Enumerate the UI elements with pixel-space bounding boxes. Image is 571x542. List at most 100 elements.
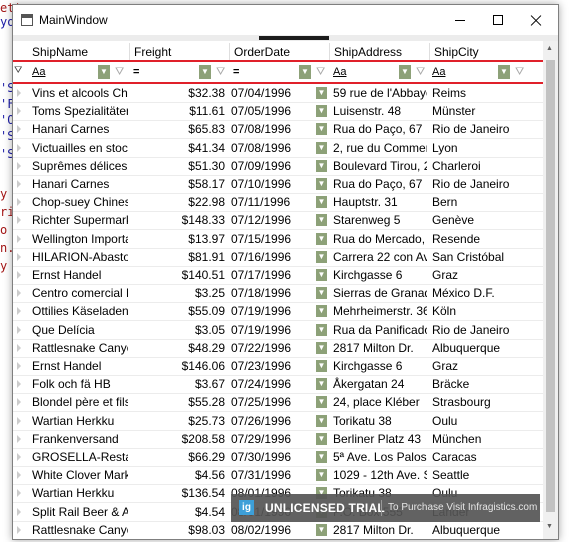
table-row[interactable]: Hanari Carnes $65.83 07/08/1996 ▼ Rua do Paç… <box>13 120 543 140</box>
cell-shipname[interactable]: Richter Supermarkt <box>32 211 128 229</box>
row-indicator-icon[interactable] <box>17 525 21 534</box>
cell-shipname[interactable]: HILARION-Abastos <box>32 248 128 266</box>
cell-shipcity[interactable]: Graz <box>432 357 540 375</box>
cell-shipcity[interactable]: Seattle <box>432 466 540 484</box>
cell-freight[interactable]: $140.51 <box>132 266 225 284</box>
date-picker-dropdown-icon[interactable]: ▼ <box>316 214 327 227</box>
cell-orderdate[interactable]: 07/08/1996 <box>231 139 311 157</box>
table-row[interactable]: Wartian Herkku $25.73 07/26/1996 ▼ Torikatu … <box>13 412 543 431</box>
cell-shipname[interactable]: Ernst Handel <box>32 357 128 375</box>
cell-shipcity[interactable]: Rio de Janeiro <box>432 321 540 339</box>
cell-shipname[interactable]: Vins et alcools Chevalier <box>32 84 128 102</box>
cell-freight[interactable]: $13.97 <box>132 230 225 248</box>
scroll-up-arrow-icon[interactable]: ▲ <box>546 45 553 52</box>
date-picker-dropdown-icon[interactable]: ▼ <box>316 469 327 482</box>
cell-shipaddress[interactable]: Rua do Paço, 67 <box>333 120 427 138</box>
cell-shipcity[interactable]: Bräcke <box>432 375 540 393</box>
cell-freight[interactable]: $4.56 <box>132 466 225 484</box>
table-row[interactable]: Vins et alcools Chevalier$32.38 07/04/199… <box>13 84 543 103</box>
cell-shipaddress[interactable]: Åkergatan 24 <box>333 375 427 393</box>
cell-shipname[interactable]: Rattlesnake Canyon Grocery <box>32 521 128 539</box>
cell-shipaddress[interactable]: Torikatu 38 <box>333 412 427 430</box>
cell-freight[interactable]: $11.61 <box>132 102 225 120</box>
cell-shipcity[interactable]: Rio de Janeiro <box>432 120 540 138</box>
date-picker-dropdown-icon[interactable]: ▼ <box>316 141 327 154</box>
date-picker-dropdown-icon[interactable]: ▼ <box>316 232 327 245</box>
date-picker-dropdown-icon[interactable]: ▼ <box>316 414 327 427</box>
cell-orderdate[interactable]: 07/16/1996 <box>231 248 311 266</box>
date-picker-dropdown-icon[interactable]: ▼ <box>316 323 327 336</box>
cell-shipaddress[interactable]: 2817 Milton Dr. <box>333 339 427 357</box>
cell-shipname[interactable]: Frankenversand <box>32 430 128 448</box>
column-header-freight[interactable]: Freight <box>130 43 230 61</box>
date-picker-dropdown-icon[interactable]: ▼ <box>316 178 327 190</box>
cell-freight[interactable]: $3.67 <box>132 375 225 393</box>
row-indicator-icon[interactable] <box>17 198 21 207</box>
row-indicator-icon[interactable] <box>17 107 21 116</box>
row-indicator-icon[interactable] <box>17 125 21 134</box>
cell-shipcity[interactable]: Strasbourg <box>432 393 540 411</box>
cell-freight[interactable]: $32.38 <box>132 84 225 102</box>
row-indicator-icon[interactable] <box>17 325 21 334</box>
row-indicator-icon[interactable] <box>17 489 21 498</box>
cell-shipname[interactable]: Split Rail Beer & Ale <box>32 503 128 521</box>
date-picker-dropdown-icon[interactable]: ▼ <box>316 523 327 536</box>
cell-freight[interactable]: $48.29 <box>132 339 225 357</box>
row-indicator-icon[interactable] <box>17 307 21 316</box>
date-picker-dropdown-icon[interactable]: ▼ <box>316 305 327 318</box>
cell-orderdate[interactable]: 07/08/1996 <box>231 120 311 138</box>
cell-shipcity[interactable]: Albuquerque <box>432 521 540 539</box>
cell-shipname[interactable]: Blondel père et fils <box>32 393 128 411</box>
cell-shipcity[interactable]: Bern <box>432 193 540 211</box>
cell-orderdate[interactable]: 07/04/1996 <box>231 84 311 102</box>
cell-shipname[interactable]: Wartian Herkku <box>32 484 128 502</box>
minimize-button[interactable] <box>442 5 478 35</box>
cell-shipaddress[interactable]: Rua da Panificadora, 12 <box>333 321 427 339</box>
table-row[interactable]: Ottilies Käseladen $55.09 07/19/1996 ▼ Mehrh… <box>13 302 543 322</box>
date-picker-dropdown-icon[interactable]: ▼ <box>316 396 327 409</box>
row-indicator-icon[interactable] <box>17 343 21 352</box>
table-row[interactable]: Rattlesnake Canyon Grocery$98.03 08/02/19… <box>13 521 543 539</box>
cell-shipname[interactable]: Wartian Herkku <box>32 412 128 430</box>
cell-freight[interactable]: $66.29 <box>132 448 225 466</box>
cell-shipname[interactable]: Hanari Carnes <box>32 175 128 193</box>
date-picker-dropdown-icon[interactable]: ▼ <box>316 360 327 372</box>
cell-shipname[interactable]: Victuailles en stock <box>32 139 128 157</box>
cell-orderdate[interactable]: 07/17/1996 <box>231 266 311 284</box>
cell-orderdate[interactable]: 07/12/1996 <box>231 211 311 229</box>
row-indicator-icon[interactable] <box>17 89 21 97</box>
row-indicator-icon[interactable] <box>17 216 21 225</box>
cell-shipaddress[interactable]: Boulevard Tirou, 255 <box>333 157 427 175</box>
cell-shipaddress[interactable]: 59 rue de l'Abbaye <box>333 84 427 102</box>
cell-shipname[interactable]: Chop-suey Chinese <box>32 193 128 211</box>
row-indicator-icon[interactable] <box>17 143 21 152</box>
cell-freight[interactable]: $55.28 <box>132 393 225 411</box>
cell-shipcity[interactable]: Köln <box>432 302 540 320</box>
cell-orderdate[interactable]: 07/19/1996 <box>231 302 311 320</box>
cell-orderdate[interactable]: 08/02/1996 <box>231 521 311 539</box>
table-row[interactable]: Wellington Importadora$13.97 07/15/1996 ▼ R… <box>13 230 543 249</box>
row-indicator-icon[interactable] <box>17 380 21 389</box>
cell-shipname[interactable]: Suprêmes délices <box>32 157 128 175</box>
cell-shipaddress[interactable]: Luisenstr. 48 <box>333 102 427 120</box>
cell-freight[interactable]: $146.06 <box>132 357 225 375</box>
cell-shipaddress[interactable]: Rua do Paço, 67 <box>333 175 427 193</box>
table-row[interactable]: Centro comercial Moctezuma$3.25 07/18/199… <box>13 284 543 304</box>
cell-shipcity[interactable]: Oulu <box>432 412 540 430</box>
cell-freight[interactable]: $58.17 <box>132 175 225 193</box>
cell-shipcity[interactable]: Münster <box>432 102 540 120</box>
table-row[interactable]: White Clover Markets$4.56 07/31/1996 ▼ 1029… <box>13 466 543 486</box>
table-row[interactable]: Toms Spezialitäten $11.61 07/05/1996 ▼ Luise… <box>13 102 543 122</box>
cell-freight[interactable]: $3.05 <box>132 321 225 339</box>
cell-shipcity[interactable]: Reims <box>432 84 540 102</box>
cell-shipaddress[interactable]: Hauptstr. 31 <box>333 193 427 211</box>
table-row[interactable]: GROSELLA-Restaurante$66.29 07/30/1996 ▼ 5ª … <box>13 448 543 467</box>
cell-freight[interactable]: $136.54 <box>132 484 225 502</box>
date-picker-dropdown-icon[interactable]: ▼ <box>316 378 327 391</box>
maximize-button[interactable] <box>480 5 516 35</box>
cell-shipname[interactable]: Ottilies Käseladen <box>32 302 128 320</box>
row-indicator-icon[interactable] <box>17 398 21 407</box>
cell-shipaddress[interactable]: Kirchgasse 6 <box>333 357 427 375</box>
cell-shipcity[interactable]: San Cristóbal <box>432 248 540 266</box>
table-row[interactable]: Richter Supermarkt $148.33 07/12/1996 ▼ Star… <box>13 211 543 231</box>
